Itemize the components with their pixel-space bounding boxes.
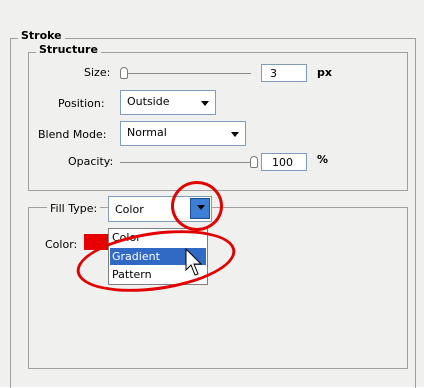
size-label: Size: xyxy=(84,66,111,79)
structure-group-title: Structure xyxy=(36,43,101,56)
opacity-unit: % xyxy=(317,153,329,166)
position-select-value: Outside xyxy=(127,95,170,108)
size-slider-thumb[interactable] xyxy=(120,67,128,79)
opacity-slider-track[interactable] xyxy=(120,162,256,163)
size-unit: px xyxy=(317,66,332,79)
fill-type-label: Fill Type: xyxy=(47,202,101,215)
position-label: Position: xyxy=(58,97,105,110)
position-select[interactable]: Outside xyxy=(120,90,216,115)
blend-mode-label: Blend Mode: xyxy=(38,128,107,141)
annotation-circle-dropdown-button xyxy=(171,181,223,231)
size-slider-track[interactable] xyxy=(121,73,251,74)
color-label: Color: xyxy=(45,238,78,251)
stroke-group-title: Stroke xyxy=(18,29,65,42)
opacity-label: Opacity: xyxy=(68,155,114,168)
chevron-down-icon xyxy=(231,132,239,137)
blend-mode-select-value: Normal xyxy=(127,126,167,139)
stroke-panel: Stroke Structure Size: 3 px Position: Ou… xyxy=(0,0,424,388)
opacity-input[interactable]: 100 xyxy=(261,153,307,171)
chevron-down-icon xyxy=(201,101,209,106)
fill-group xyxy=(28,207,408,369)
fill-type-select-value: Color xyxy=(115,203,144,216)
blend-mode-select[interactable]: Normal xyxy=(120,121,246,146)
size-input[interactable]: 3 xyxy=(261,64,307,82)
opacity-slider-thumb[interactable] xyxy=(250,156,258,168)
